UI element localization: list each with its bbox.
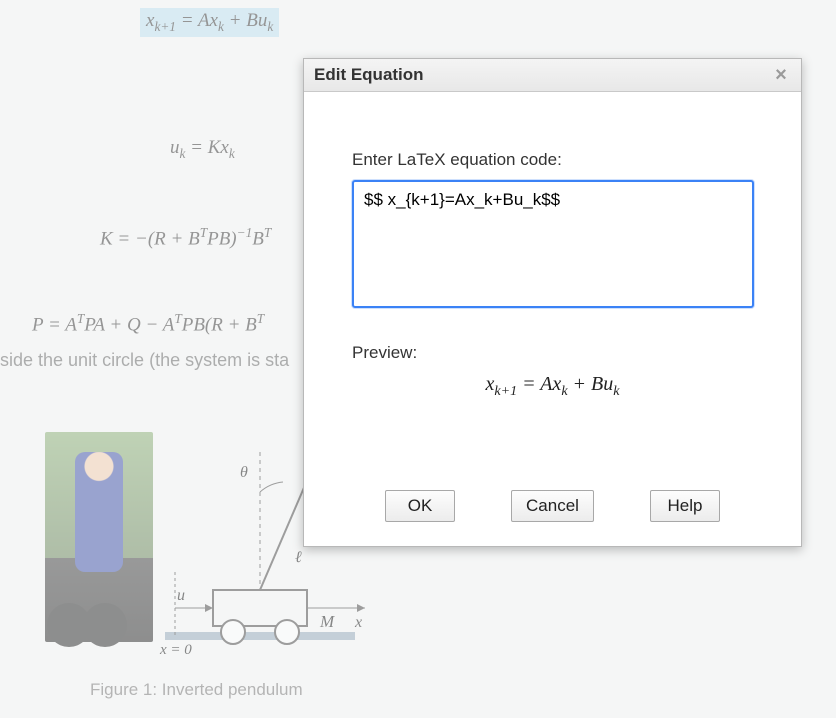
dialog-title: Edit Equation bbox=[314, 65, 424, 85]
edit-equation-dialog: Edit Equation × Enter LaTeX equation cod… bbox=[303, 58, 802, 547]
dialog-titlebar[interactable]: Edit Equation × bbox=[304, 59, 801, 92]
close-icon[interactable]: × bbox=[771, 66, 791, 84]
ok-button[interactable]: OK bbox=[385, 490, 455, 522]
cancel-button[interactable]: Cancel bbox=[511, 490, 594, 522]
equation-preview: xk+1 = Axk + Buk bbox=[352, 373, 753, 400]
dialog-button-row: OK Cancel Help bbox=[304, 490, 801, 542]
latex-code-input[interactable] bbox=[352, 180, 754, 308]
prompt-label: Enter LaTeX equation code: bbox=[352, 150, 753, 170]
help-button[interactable]: Help bbox=[650, 490, 720, 522]
modal-overlay: Edit Equation × Enter LaTeX equation cod… bbox=[0, 0, 836, 718]
preview-label: Preview: bbox=[352, 343, 753, 363]
